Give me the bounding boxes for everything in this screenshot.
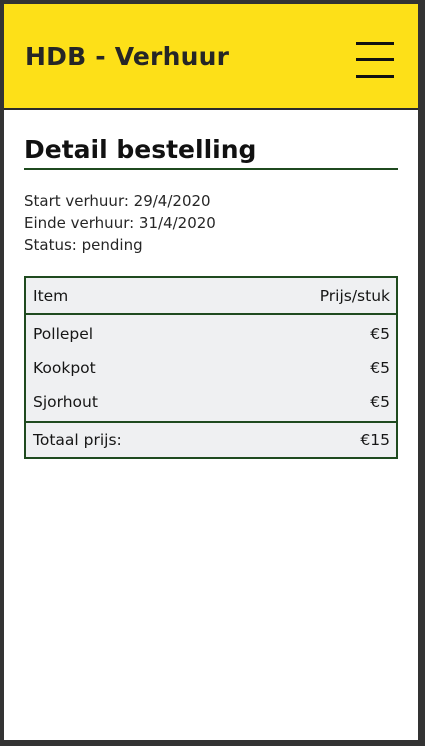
rental-start: Start verhuur: 29/4/2020 [24,192,211,210]
table-header: Item Prijs/stuk [26,278,396,315]
page-title: Detail bestelling [24,134,398,170]
column-header-price: Prijs/stuk [319,286,390,305]
order-table: Item Prijs/stuk Pollepel €5 Kookpot €5 S… [24,276,398,459]
item-price: €5 [370,393,390,411]
item-name: Sjorhout [33,393,98,411]
app-frame: HDB - Verhuur Detail bestelling Start ve… [4,4,418,740]
order-status: Status: pending [24,236,143,254]
column-header-item: Item [33,286,69,305]
app-header: HDB - Verhuur [4,4,418,110]
hamburger-menu-icon[interactable] [356,41,396,79]
order-details: Start verhuur: 29/4/2020 Einde verhuur: … [24,190,398,256]
table-row: Kookpot €5 [26,351,396,385]
total-label: Totaal prijs: [33,431,122,449]
table-body: Pollepel €5 Kookpot €5 Sjorhout €5 [26,315,396,421]
rental-end: Einde verhuur: 31/4/2020 [24,214,216,232]
main-content: Detail bestelling Start verhuur: 29/4/20… [24,134,398,459]
menu-line [356,75,394,78]
item-name: Kookpot [33,359,96,377]
app-title: HDB - Verhuur [25,42,230,71]
table-total-row: Totaal prijs: €15 [26,421,396,457]
table-row: Sjorhout €5 [26,385,396,419]
table-row: Pollepel €5 [26,317,396,351]
item-price: €5 [370,325,390,343]
item-price: €5 [370,359,390,377]
item-name: Pollepel [33,325,94,343]
menu-line [356,42,394,45]
menu-line [356,58,394,61]
total-value: €15 [360,431,390,449]
